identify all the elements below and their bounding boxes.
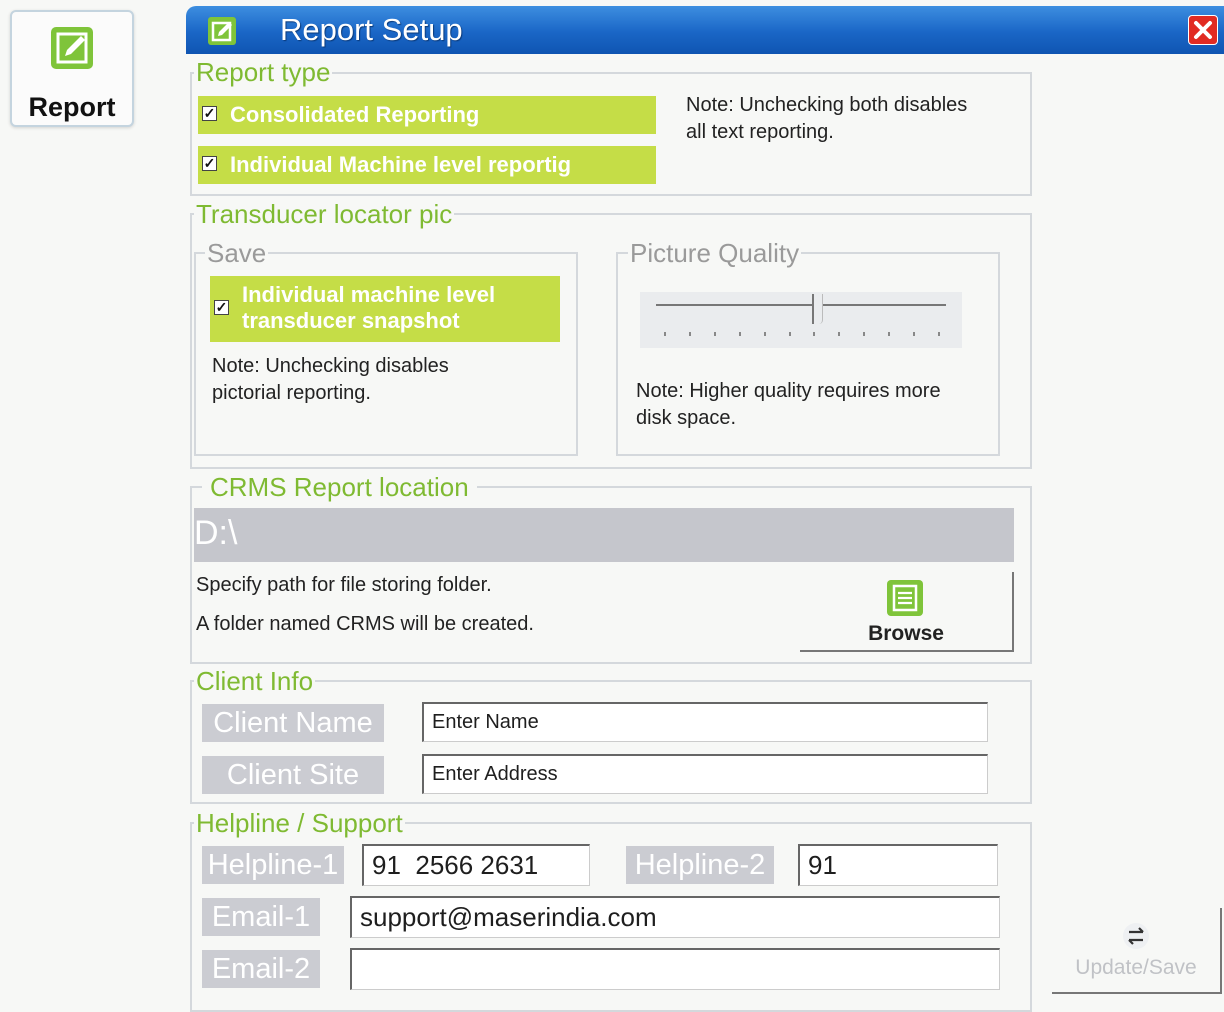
slider-tick [664, 332, 666, 336]
transducer-snapshot-option[interactable]: ✓ Individual machine level transducer sn… [210, 276, 560, 342]
support-legend: Helpline / Support [194, 808, 405, 838]
close-button[interactable] [1188, 15, 1218, 45]
consolidated-reporting-option[interactable]: ✓ Consolidated Reporting [198, 96, 656, 134]
path-hint-2: A folder named CRMS will be created. [196, 613, 534, 635]
report-nav-label: Report [28, 92, 116, 122]
individual-machine-label: Individual Machine level reportig [230, 152, 572, 177]
slider-tick [738, 332, 741, 336]
slider-tick [763, 332, 766, 336]
picture-quality-legend: Picture Quality [628, 238, 802, 268]
email-2-label: Email-2 [202, 950, 320, 988]
slider-tick [688, 332, 691, 336]
slider-tick [863, 332, 866, 336]
slider-tick [788, 332, 791, 336]
transducer-legend: Transducer locator pic [194, 199, 455, 229]
consolidated-reporting-label: Consolidated Reporting [230, 102, 480, 127]
report-path-value: D:\ [194, 514, 238, 552]
window-titlebar: Report Setup [186, 6, 1224, 54]
browse-button[interactable]: Browse [800, 572, 1014, 652]
slider-tick [713, 332, 716, 336]
helpline-2-label: Helpline-2 [626, 846, 774, 884]
picture-quality-slider[interactable] [640, 292, 962, 348]
client-name-label: Client Name [202, 704, 384, 742]
edit-icon [208, 17, 236, 45]
individual-machine-checkbox[interactable]: ✓ [202, 156, 217, 171]
slider-track [656, 304, 946, 306]
window-title: Report Setup [280, 12, 463, 47]
save-note: Note: Unchecking disables pictorial repo… [212, 355, 449, 404]
client-site-input[interactable] [422, 754, 988, 794]
slider-tick [838, 332, 841, 336]
helpline-1-input[interactable] [362, 844, 590, 886]
save-legend: Save [205, 238, 269, 268]
edit-icon [51, 27, 93, 69]
individual-machine-option[interactable]: ✓ Individual Machine level reportig [198, 146, 656, 184]
report-path-field[interactable]: D:\ [194, 508, 1014, 562]
transducer-snapshot-checkbox[interactable]: ✓ [214, 300, 229, 315]
report-type-note: Note: Unchecking both disables all text … [686, 94, 968, 143]
client-name-input[interactable] [422, 702, 988, 742]
folder-list-icon [887, 580, 923, 616]
update-save-button[interactable]: Update/Save [1052, 908, 1222, 994]
update-save-label: Update/Save [1075, 956, 1197, 979]
slider-thumb[interactable] [811, 294, 823, 324]
crms-location-legend: CRMS Report location [202, 472, 477, 502]
report-type-legend: Report type [194, 57, 333, 87]
email-2-input[interactable] [350, 948, 1000, 990]
slider-tick [913, 332, 916, 336]
client-site-label: Client Site [202, 756, 384, 794]
browse-label: Browse [868, 622, 944, 645]
email-1-label: Email-1 [202, 898, 320, 936]
transducer-snapshot-label: Individual machine level transducer snap… [242, 282, 496, 333]
consolidated-reporting-checkbox[interactable]: ✓ [202, 106, 217, 121]
slider-tick [938, 332, 940, 336]
report-nav-button[interactable]: Report [10, 10, 134, 127]
close-icon [1194, 21, 1212, 39]
slider-tick [813, 332, 816, 336]
helpline-1-label: Helpline-1 [202, 846, 344, 884]
swap-arrows-icon [1123, 923, 1149, 949]
slider-tick [888, 332, 891, 336]
picture-quality-note: Note: Higher quality requires more disk … [636, 380, 941, 429]
email-1-input[interactable] [350, 896, 1000, 938]
helpline-2-input[interactable] [798, 844, 998, 886]
path-hint-1: Specify path for file storing folder. [196, 574, 492, 596]
client-info-legend: Client Info [194, 666, 316, 696]
